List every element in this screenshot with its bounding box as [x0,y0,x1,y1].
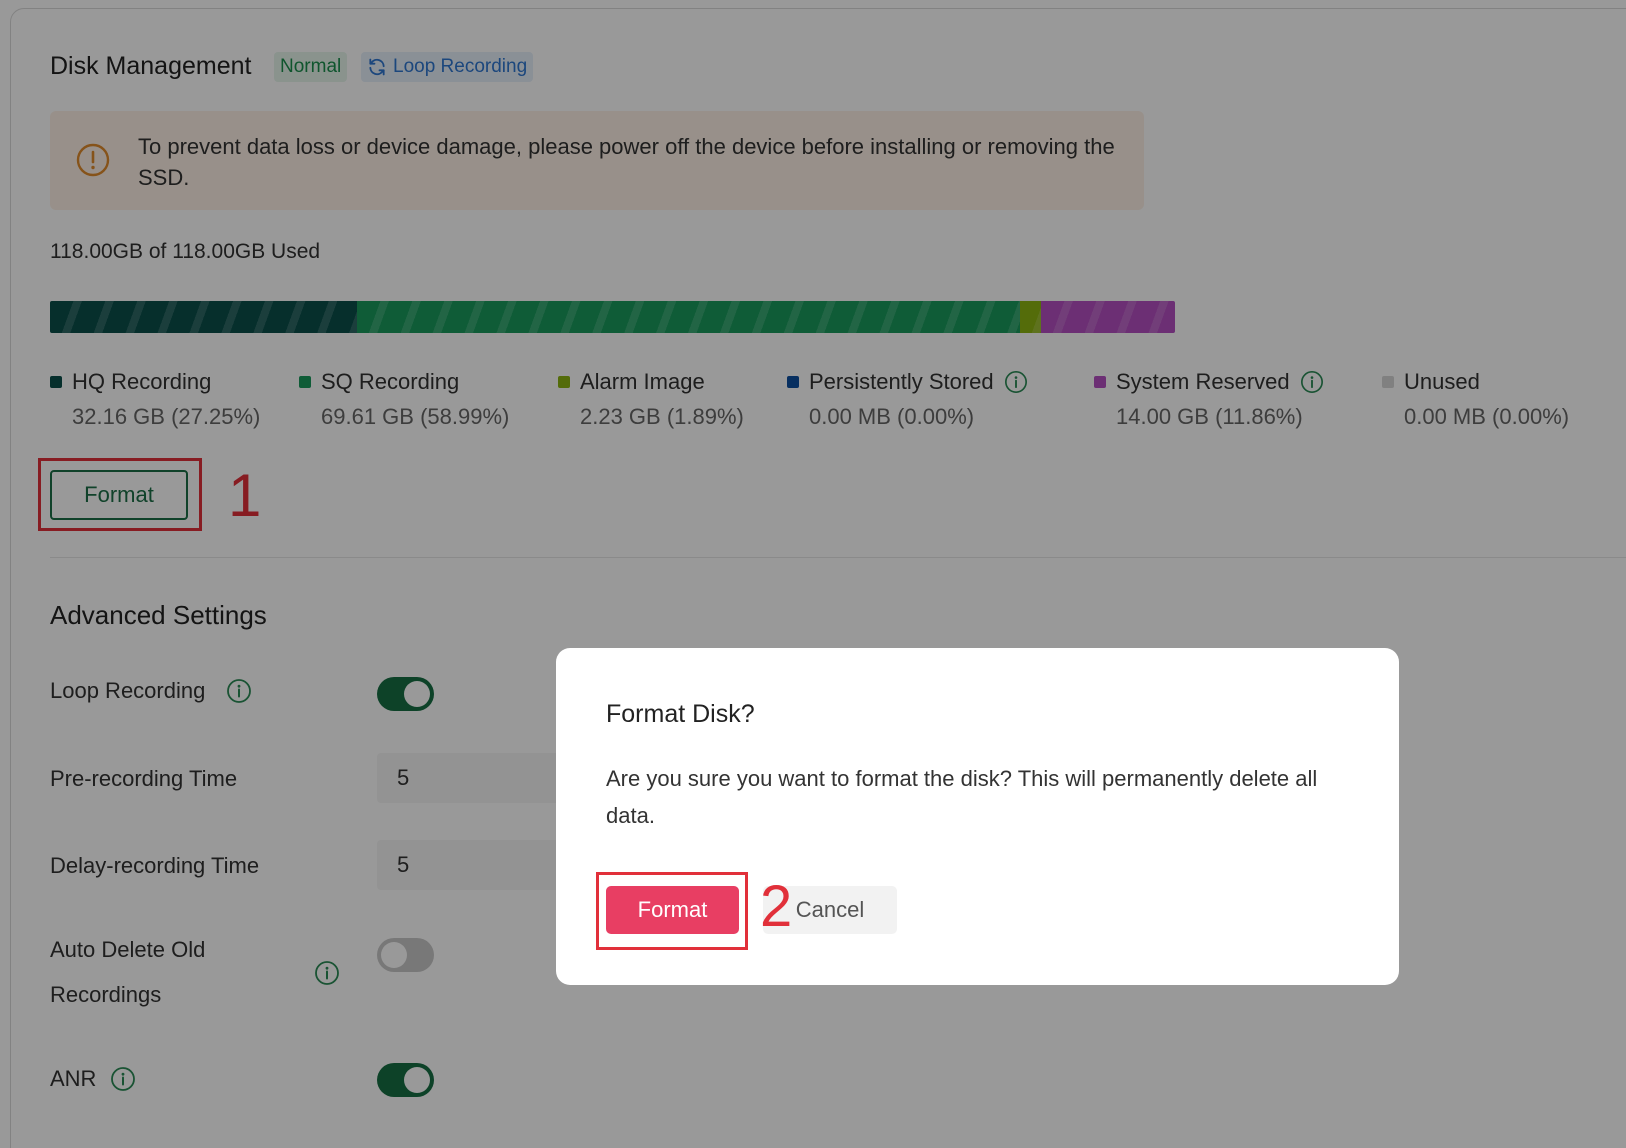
annotation-number-2: 2 [760,874,793,939]
dialog-message: Are you sure you want to format the disk… [606,766,1318,828]
format-disk-dialog: Format Disk? Are you sure you want to fo… [556,648,1399,985]
annotation-highlight-2 [596,872,748,950]
dialog-title: Format Disk? [606,700,755,728]
